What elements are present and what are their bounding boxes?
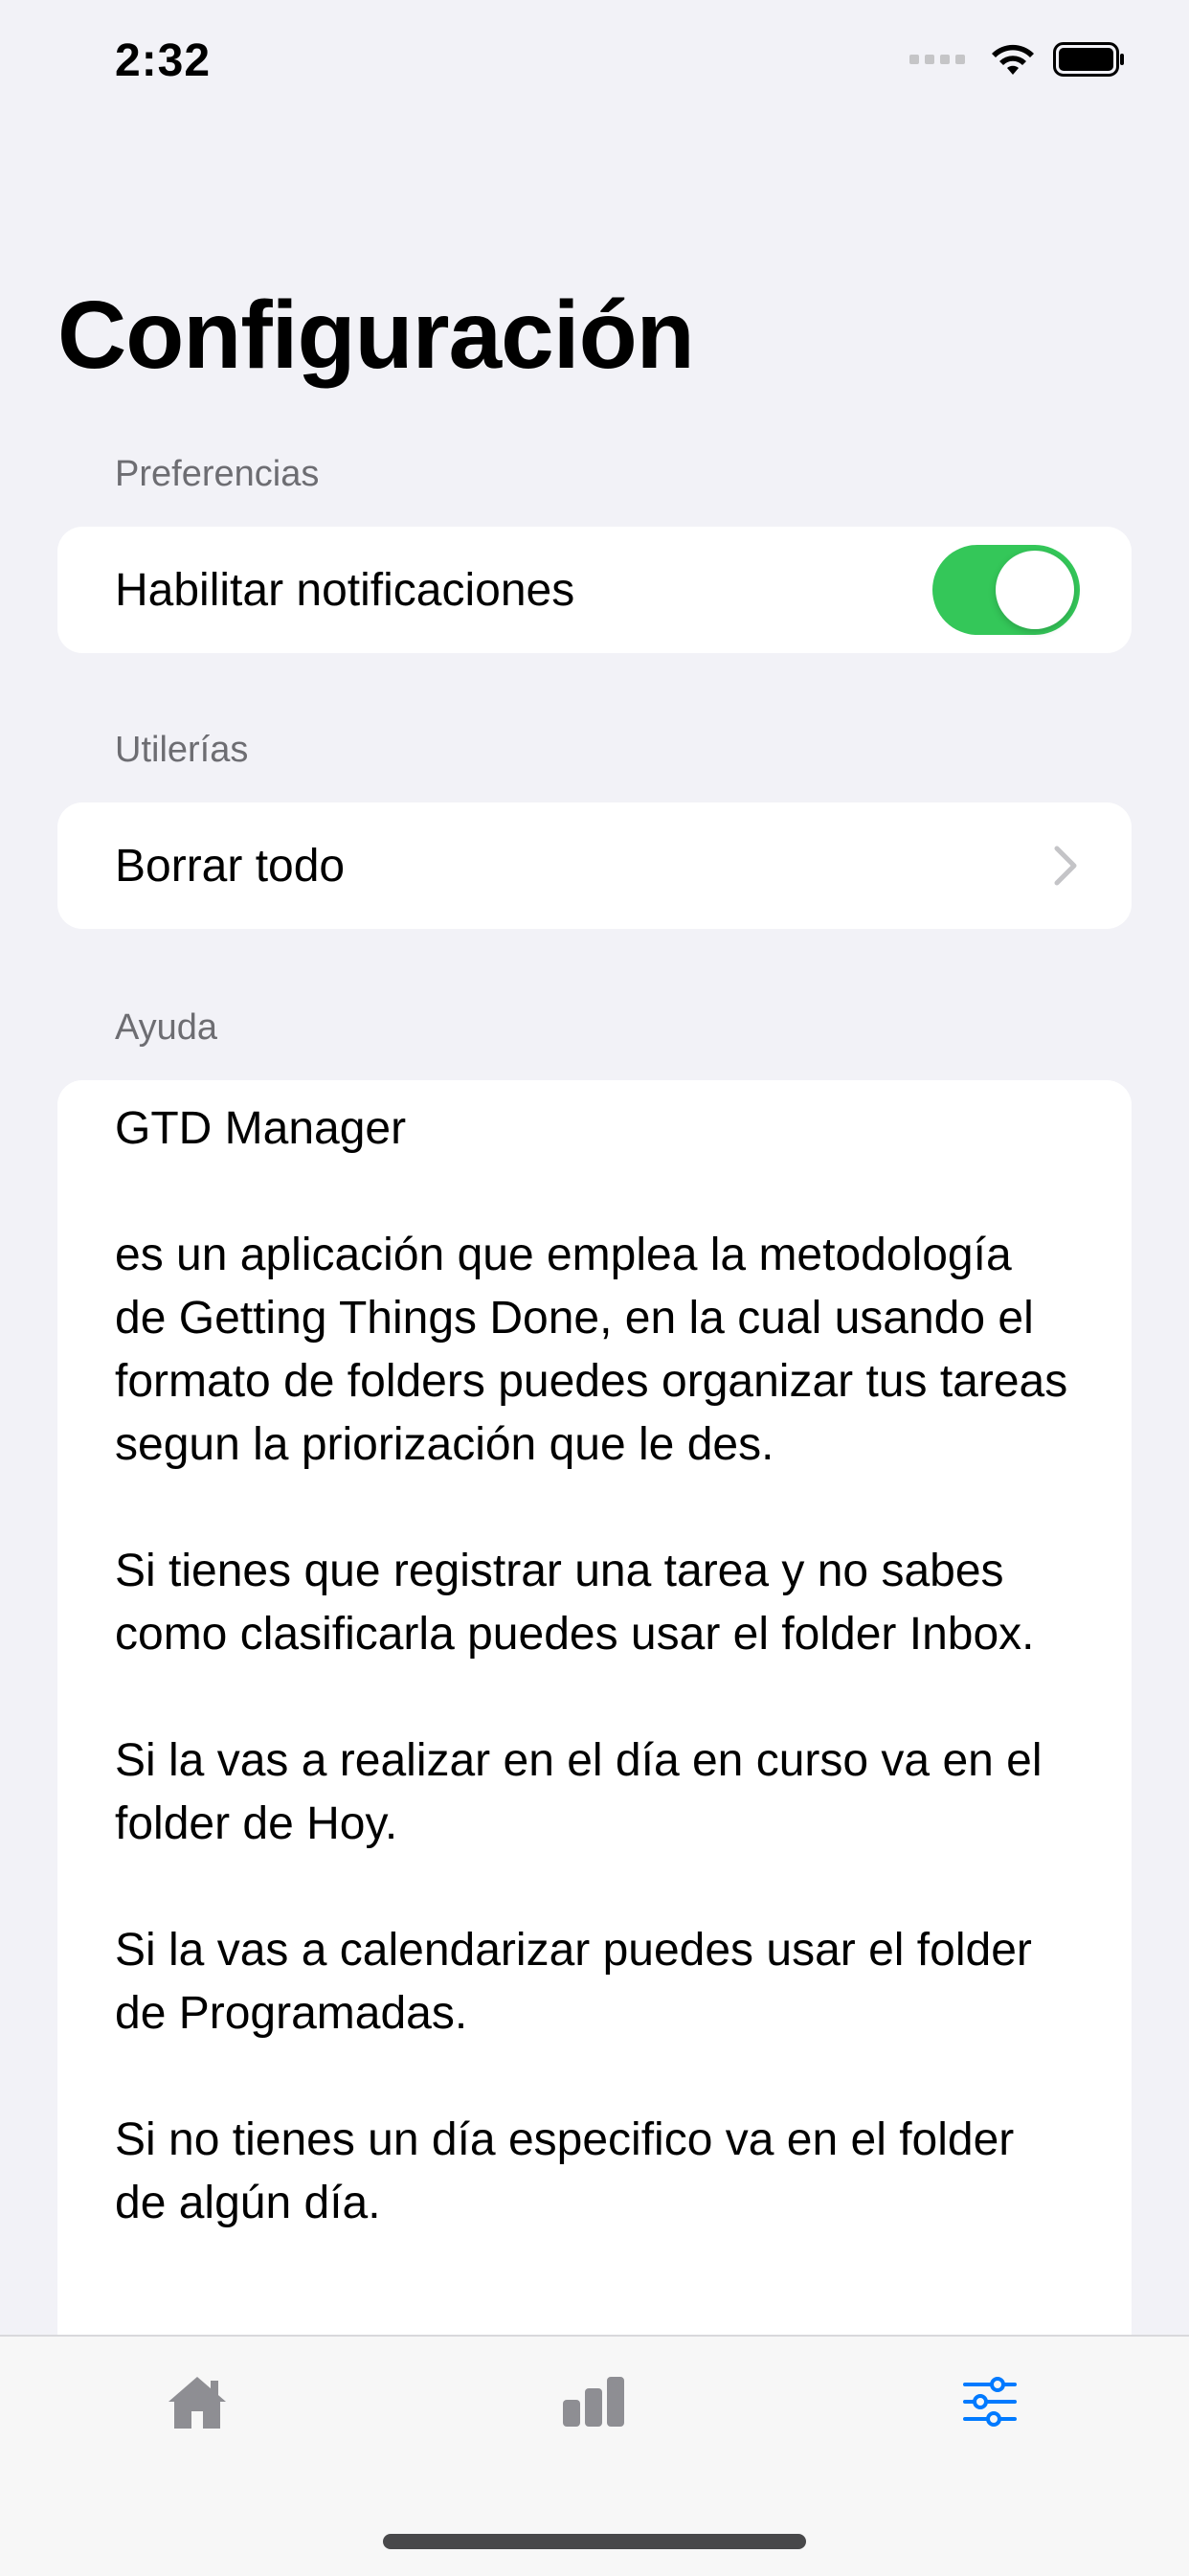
cellular-signal-icon bbox=[909, 55, 965, 64]
section-header-utilities: Utilerías bbox=[115, 730, 249, 770]
section-header-help: Ayuda bbox=[115, 1007, 218, 1048]
notifications-label: Habilitar notificaciones bbox=[115, 564, 575, 616]
house-icon bbox=[168, 2377, 226, 2429]
status-icons bbox=[909, 42, 1126, 77]
wifi-icon bbox=[992, 44, 1034, 75]
tab-settings[interactable] bbox=[952, 2363, 1028, 2440]
section-header-preferences: Preferencias bbox=[115, 454, 320, 494]
home-indicator bbox=[383, 2534, 806, 2549]
help-paragraph: Si la vas a calendarizar puedes usar el … bbox=[115, 1925, 1032, 2039]
tab-home[interactable] bbox=[159, 2363, 236, 2440]
delete-all-row[interactable]: Borrar todo bbox=[57, 802, 1132, 929]
help-paragraph: es un aplicación que emplea la metodolog… bbox=[115, 1230, 1068, 1470]
help-paragraph: Si la vas a realizar en el día en curso … bbox=[115, 1735, 1043, 1849]
utilities-card: Borrar todo bbox=[57, 802, 1132, 929]
bar-chart-icon bbox=[563, 2377, 624, 2427]
tab-stats[interactable] bbox=[555, 2363, 632, 2440]
help-card: GTD Manager es un aplicación que emplea … bbox=[57, 1080, 1132, 2344]
help-paragraph: Si tienes que registrar una tarea y no s… bbox=[115, 1546, 1035, 1660]
preferences-card: Habilitar notificaciones bbox=[57, 527, 1132, 653]
chevron-right-icon bbox=[1054, 846, 1077, 886]
help-text: GTD Manager es un aplicación que emplea … bbox=[57, 1080, 1132, 2235]
help-paragraph: Si no tienes un día especifico va en el … bbox=[115, 2114, 1015, 2228]
delete-all-label: Borrar todo bbox=[115, 840, 346, 892]
sliders-icon bbox=[963, 2377, 1017, 2427]
notifications-row: Habilitar notificaciones bbox=[57, 527, 1132, 653]
toggle-knob bbox=[996, 551, 1074, 629]
page-title: Configuración bbox=[57, 282, 695, 389]
status-time: 2:32 bbox=[115, 35, 212, 86]
notifications-toggle[interactable] bbox=[932, 545, 1080, 635]
help-app-name: GTD Manager bbox=[115, 1103, 407, 1154]
battery-icon bbox=[1053, 42, 1124, 77]
status-bar: 2:32 bbox=[0, 0, 1189, 124]
